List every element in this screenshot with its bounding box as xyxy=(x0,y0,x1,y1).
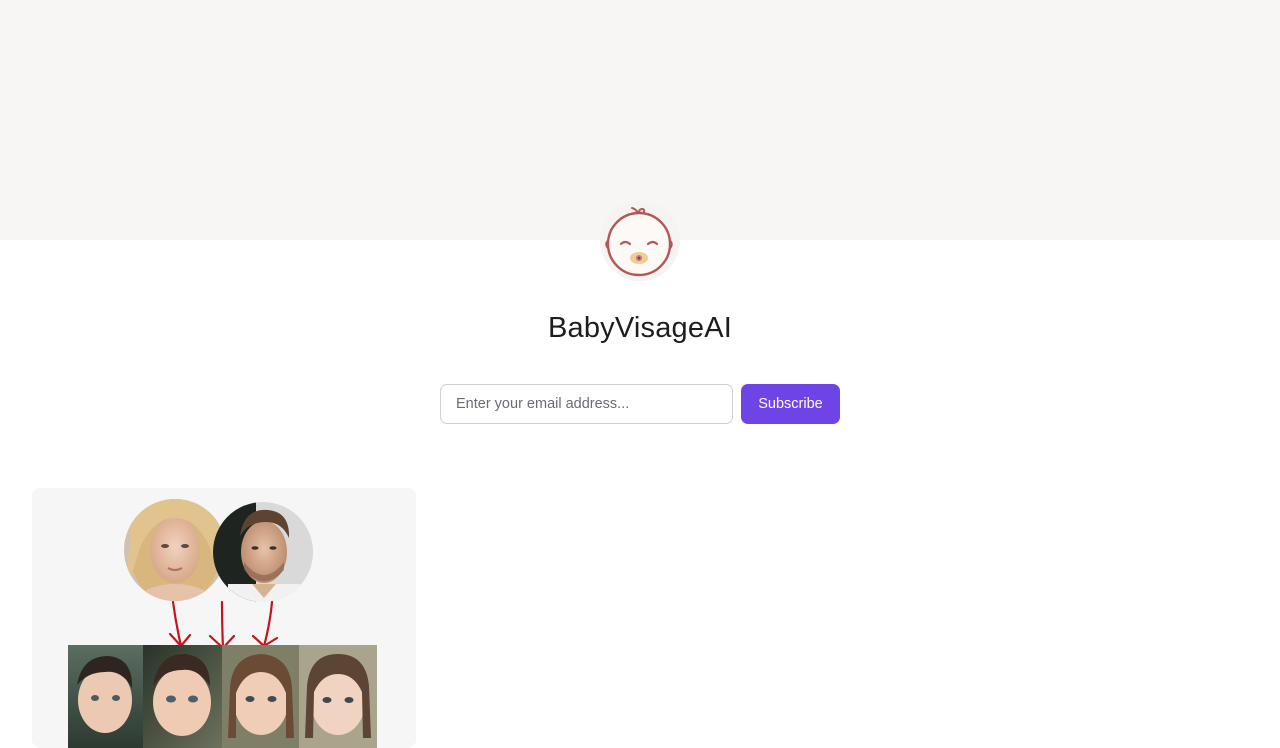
email-input[interactable] xyxy=(440,384,733,424)
arrow-down-icon xyxy=(168,600,279,650)
father-photo xyxy=(213,502,313,602)
subscribe-button[interactable]: Subscribe xyxy=(741,384,840,424)
child-photo-4 xyxy=(299,645,377,748)
child-photo-3 xyxy=(222,645,300,748)
child-photo-2 xyxy=(143,645,222,748)
preview-card xyxy=(32,488,416,748)
page-title: BabyVisageAI xyxy=(547,312,733,344)
child-photo-1 xyxy=(68,645,144,748)
baby-face-icon xyxy=(600,201,680,281)
